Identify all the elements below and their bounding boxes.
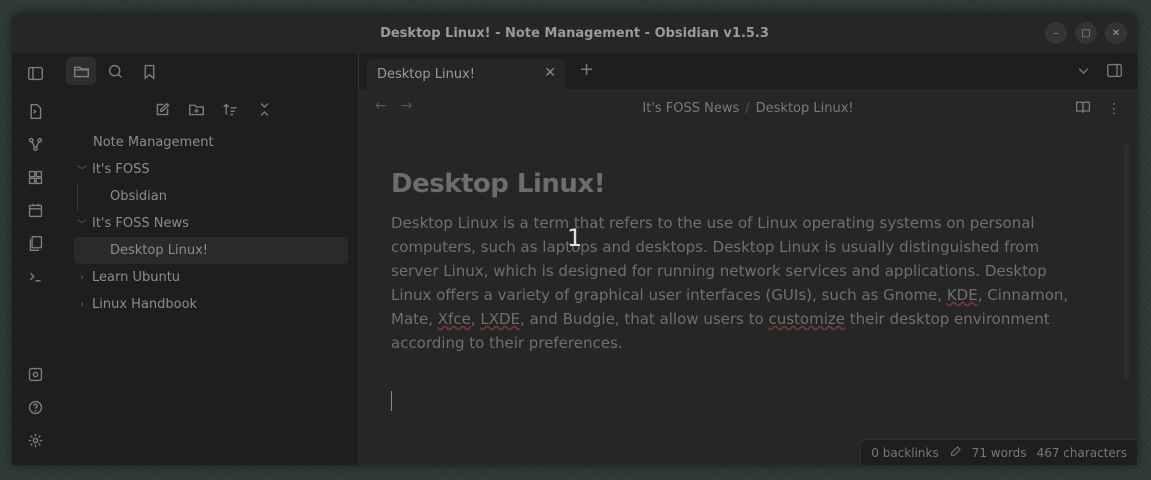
- tab-label: Desktop Linux!: [377, 66, 475, 82]
- spellcheck-word: customize: [768, 310, 845, 328]
- sort-order-icon[interactable]: [219, 98, 241, 120]
- close-tab-icon[interactable]: ✕: [544, 65, 556, 81]
- tree-item-obsidian[interactable]: Obsidian: [74, 183, 348, 210]
- new-folder-icon[interactable]: [185, 98, 207, 120]
- tab-bar: Desktop Linux! ✕ +: [359, 53, 1137, 89]
- tree-folder-its-foss[interactable]: ﹀ It's FOSS: [74, 156, 348, 183]
- file-tree: Note Management ﹀ It's FOSS Obsidian ﹀ I…: [58, 129, 358, 318]
- editor-scrollbar[interactable]: [1124, 143, 1129, 379]
- chevron-right-icon: ›: [80, 299, 84, 310]
- view-header: ← → It's FOSS News / Desktop Linux! ⋮: [359, 89, 1137, 127]
- calendar-icon[interactable]: [24, 200, 46, 221]
- spellcheck-word: LXDE: [480, 310, 521, 328]
- window-controls: – □ ✕: [1045, 22, 1127, 44]
- tree-item-label: Note Management: [93, 135, 214, 150]
- minimize-button[interactable]: –: [1045, 22, 1067, 44]
- spellcheck-word: Xfce: [437, 310, 471, 328]
- note-heading: Desktop Linux!: [391, 169, 606, 199]
- tab-list-chevron-down-icon[interactable]: [1075, 62, 1092, 82]
- editor-pane: Desktop Linux! ✕ + ← → It's FOSS News / De…: [358, 53, 1137, 465]
- tree-item-label: Linux Handbook: [92, 297, 198, 312]
- vault-switch-icon[interactable]: [24, 364, 46, 385]
- tree-item-label: Obsidian: [110, 189, 167, 204]
- breadcrumb-parent[interactable]: It's FOSS News: [642, 101, 739, 116]
- breadcrumb-current[interactable]: Desktop Linux!: [756, 101, 854, 116]
- tree-item-desktop-linux[interactable]: Desktop Linux!: [74, 237, 348, 264]
- title-bar: Desktop Linux! - Note Management - Obsid…: [12, 13, 1137, 53]
- text-cursor: [391, 391, 392, 411]
- templates-icon[interactable]: [24, 233, 46, 254]
- files-tab-folder-icon[interactable]: [66, 57, 96, 85]
- tree-item-label: It's FOSS: [92, 162, 150, 177]
- tree-folder-learn-ubuntu[interactable]: › Learn Ubuntu: [74, 264, 348, 291]
- collapse-all-icon[interactable]: [253, 98, 275, 120]
- reading-view-book-icon[interactable]: [1075, 99, 1091, 119]
- pencil-icon[interactable]: [949, 445, 962, 461]
- step-number-overlay: 1: [567, 224, 583, 252]
- tree-item-label: It's FOSS News: [92, 216, 189, 231]
- terminal-icon[interactable]: [24, 266, 46, 287]
- tree-folder-linux-handbook[interactable]: › Linux Handbook: [74, 291, 348, 318]
- note-paragraph: Desktop Linux is a term that refers to t…: [391, 214, 1069, 352]
- tab-desktop-linux[interactable]: Desktop Linux! ✕: [367, 59, 566, 89]
- close-window-button[interactable]: ✕: [1105, 22, 1127, 44]
- right-sidebar-toggle-icon[interactable]: [1106, 62, 1123, 82]
- note-content[interactable]: Desktop Linux! Desktop Linux is a term t…: [391, 169, 1081, 355]
- breadcrumb: It's FOSS News / Desktop Linux!: [642, 101, 853, 116]
- spellcheck-word: KDE: [946, 286, 978, 304]
- file-explorer-sidebar: Note Management ﹀ It's FOSS Obsidian ﹀ I…: [58, 53, 358, 465]
- tree-item-note-management[interactable]: Note Management: [74, 129, 348, 156]
- canvas-icon[interactable]: [24, 167, 46, 188]
- bookmarks-tab-icon[interactable]: [134, 57, 164, 85]
- sidebar-toggle-icon[interactable]: [23, 61, 47, 85]
- tree-item-label: Desktop Linux!: [110, 243, 208, 258]
- chevron-down-icon: ﹀: [77, 166, 87, 177]
- forward-arrow-icon[interactable]: →: [401, 98, 413, 114]
- tree-item-label: Learn Ubuntu: [92, 270, 181, 285]
- help-icon[interactable]: [24, 397, 46, 418]
- graph-view-icon[interactable]: [24, 134, 46, 155]
- word-count: 71 words: [971, 445, 1027, 460]
- new-note-icon[interactable]: [151, 98, 173, 120]
- breadcrumb-separator: /: [745, 100, 750, 116]
- search-tab-icon[interactable]: [100, 57, 130, 85]
- chevron-down-icon: ﹀: [77, 220, 87, 231]
- backlinks-count[interactable]: 0 backlinks: [871, 446, 938, 460]
- open-quick-switcher-icon[interactable]: [24, 101, 46, 122]
- settings-gear-icon[interactable]: [24, 430, 46, 451]
- maximize-button[interactable]: □: [1075, 22, 1097, 44]
- window-title: Desktop Linux! - Note Management - Obsid…: [380, 25, 769, 41]
- tree-folder-its-foss-news[interactable]: ﹀ It's FOSS News: [74, 210, 348, 237]
- more-options-icon[interactable]: ⋮: [1107, 101, 1121, 117]
- back-arrow-icon[interactable]: ←: [375, 98, 387, 114]
- new-tab-button[interactable]: +: [579, 59, 594, 80]
- chevron-right-icon: ›: [80, 272, 84, 283]
- character-count: 467 characters: [1036, 445, 1127, 460]
- status-bar: 0 backlinks 71 words 467 characters: [860, 439, 1137, 465]
- ribbon: [12, 53, 58, 465]
